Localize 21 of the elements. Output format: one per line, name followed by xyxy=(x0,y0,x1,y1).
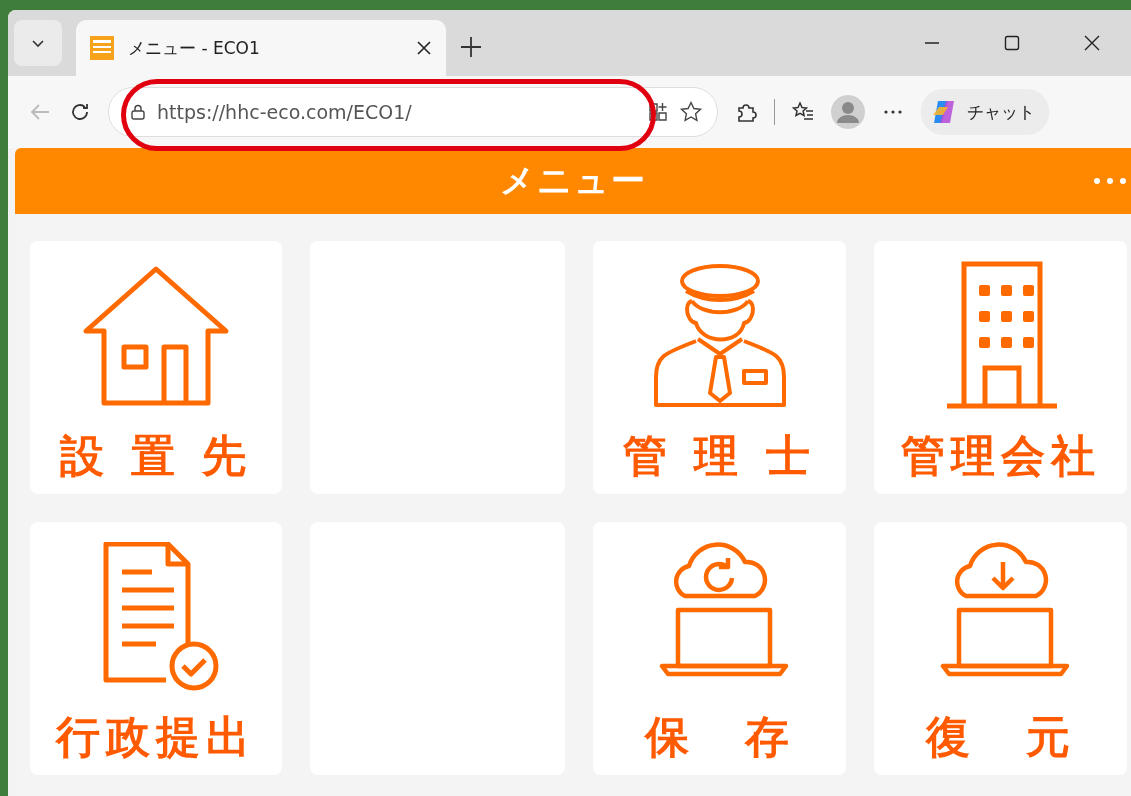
new-tab-icon[interactable] xyxy=(460,36,482,58)
app-grid-icon[interactable] xyxy=(647,101,669,123)
address-bar[interactable]: https://hhc-eco.com/ECO1/ xyxy=(108,87,718,137)
chat-button[interactable]: チャット xyxy=(921,89,1049,135)
menu-tile[interactable]: 管理会社 xyxy=(874,241,1127,494)
menu-tile[interactable]: 管 理 士 xyxy=(593,241,846,494)
site-logo-icon xyxy=(90,36,114,60)
profile-avatar-icon[interactable] xyxy=(831,95,865,129)
lock-icon xyxy=(129,103,147,121)
close-tab-icon[interactable] xyxy=(416,40,432,56)
star-icon[interactable] xyxy=(679,100,703,124)
close-window-icon[interactable] xyxy=(1083,34,1101,52)
header-title: メニュー xyxy=(499,159,647,202)
menu-tile[interactable]: 設 置 先 xyxy=(30,241,282,494)
menu-tile[interactable]: 復 元 xyxy=(874,522,1127,775)
url-text: https://hhc-eco.com/ECO1/ xyxy=(157,101,412,123)
menu-tile[interactable]: 行政提出 xyxy=(30,522,282,775)
menu-tile[interactable]: 保 存 xyxy=(593,522,846,775)
tab-title: メニュー - ECO1 xyxy=(128,36,261,60)
maximize-icon[interactable] xyxy=(1003,34,1021,52)
browser-tab[interactable]: メニュー - ECO1 xyxy=(76,20,446,76)
